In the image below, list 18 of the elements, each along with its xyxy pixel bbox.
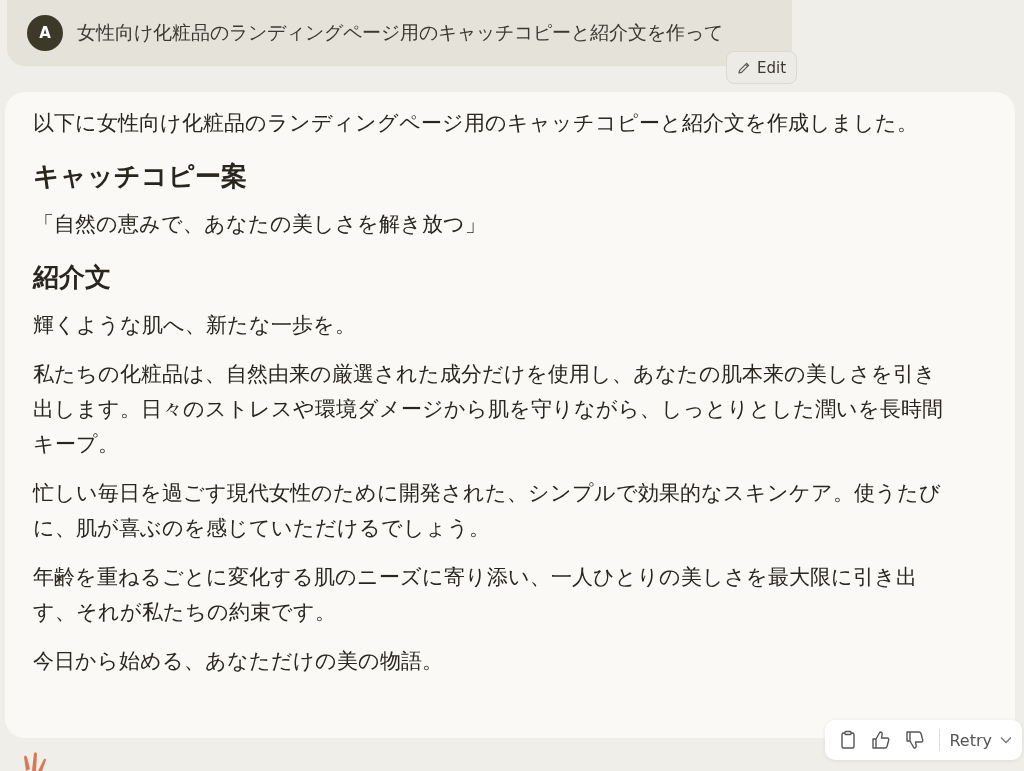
response-paragraph: 「自然の恵みで、あなたの美しさを解き放つ」 xyxy=(33,211,487,238)
response-paragraph: 年齢を重ねるごとに変化する肌のニーズに寄り添い、一人ひとりの美しさを最大限に引き出す、それが私たちの約束です。 xyxy=(33,564,918,626)
response-paragraph: 以下に女性向け化粧品のランディングページ用のキャッチコピーと紹介文を作成しました。 xyxy=(33,110,919,137)
clipboard-icon xyxy=(839,730,857,750)
section-heading: 紹介文 xyxy=(33,261,112,294)
pencil-icon xyxy=(737,60,751,75)
thumbs-down-icon xyxy=(905,730,925,750)
response-paragraph: 忙しい毎日を過ごす現代女性のために開発された、シンプルで効果的なスキンケア。使うたびに、肌が喜ぶのを感じていただけるでしょう。 xyxy=(33,480,942,542)
user-avatar: A xyxy=(27,15,63,51)
response-paragraph: 私たちの化粧品は、自然由来の厳選された成分だけを使用し、あなたの肌本来の美しさを引き出します。日々のストレスや環境ダメージから肌を守りながら、しっとりとした潤いを長時間キープ。 xyxy=(33,361,943,458)
section-heading: キャッチコピー案 xyxy=(33,160,248,193)
response-paragraph: 今日から始める、あなただけの美の物語。 xyxy=(33,648,444,675)
retry-button[interactable]: Retry xyxy=(947,726,1014,754)
chevron-down-icon xyxy=(1000,736,1012,744)
edit-button[interactable]: Edit xyxy=(726,51,798,84)
response-paragraph: 輝くような肌へ、新たな一歩を。 xyxy=(33,312,357,339)
user-message-text: 女性向け化粧品のランディングページ用のキャッチコピーと紹介文を作って xyxy=(77,20,723,45)
thumbs-up-icon xyxy=(871,730,891,750)
